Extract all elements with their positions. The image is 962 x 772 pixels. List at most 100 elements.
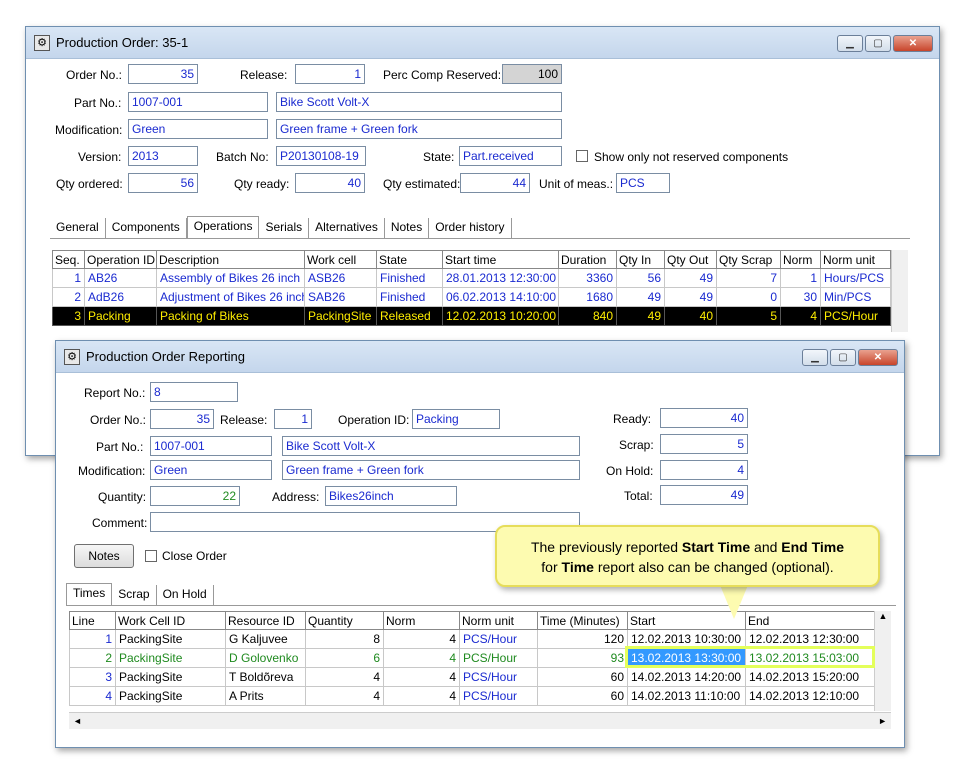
col-norm[interactable]: Norm [383,611,460,630]
col-resource-id[interactable]: Resource ID [225,611,306,630]
table-cell[interactable]: PCS/Hour [459,648,538,668]
close-button[interactable]: ✕ [893,35,933,52]
table-cell[interactable]: 93 [537,648,628,668]
table-cell[interactable]: 40 [664,306,717,326]
table-row[interactable]: 1 AB26 Assembly of Bikes 26 inch ASB26 Finis… [52,268,891,288]
table-cell[interactable]: PackingSite [115,686,226,706]
table-cell[interactable]: 4 [780,306,821,326]
on-hold-field[interactable]: 4 [660,460,748,480]
quantity-field[interactable]: 22 [150,486,240,506]
minimize-button[interactable]: ▁ [802,349,828,366]
table-row[interactable]: 2 AdB26 Adjustment of Bikes 26 inch SAB26 Fi… [52,287,891,307]
table-cell[interactable]: Released [376,306,443,326]
table-cell[interactable]: 06.02.2013 14:10:00 [442,287,559,307]
table-cell[interactable]: 1680 [558,287,617,307]
table-cell[interactable]: 14.02.2013 15:20:00 [745,667,875,687]
minimize-button[interactable]: ▁ [837,35,863,52]
tab-notes[interactable]: Notes [385,218,430,238]
table-cell[interactable]: PackingSite [115,667,226,687]
table-cell[interactable]: Finished [376,287,443,307]
table-row[interactable]: 3 Packing Packing of Bikes PackingSite Relea… [52,306,891,326]
tab-components[interactable]: Components [106,218,187,238]
table-cell[interactable]: G Kaljuvee [225,629,306,649]
col-qty-out[interactable]: Qty Out [664,250,717,269]
table-cell[interactable]: A Prits [225,686,306,706]
table-cell[interactable]: 840 [558,306,617,326]
col-norm[interactable]: Norm [780,250,821,269]
table-cell[interactable]: 14.02.2013 14:20:00 [627,667,746,687]
col-description[interactable]: Description [156,250,305,269]
qty-ready-field[interactable]: 40 [295,173,365,193]
report-modification-description-field[interactable]: Green frame + Green fork [282,460,580,480]
tab-general[interactable]: General [50,218,106,238]
col-state[interactable]: State [376,250,443,269]
tab-operations[interactable]: Operations [186,216,260,238]
table-cell[interactable]: 60 [537,667,628,687]
table-cell[interactable]: 7 [716,268,781,288]
col-seq[interactable]: Seq. [52,250,85,269]
table-row[interactable]: 4 PackingSite A Prits 4 4 PCS/Hour 60 14.02.201… [69,686,875,706]
table-cell[interactable]: Hours/PCS [820,268,891,288]
tab-on-hold[interactable]: On Hold [157,585,214,605]
table-cell[interactable]: PackingSite [304,306,377,326]
table-cell[interactable]: 4 [69,686,116,706]
modification-description-field[interactable]: Green frame + Green fork [276,119,562,139]
table-cell[interactable]: 4 [383,648,460,668]
report-release-field[interactable]: 1 [274,409,312,429]
table-cell[interactable]: 3360 [558,268,617,288]
operation-id-field[interactable]: Packing [412,409,500,429]
report-part-description-field[interactable]: Bike Scott Volt-X [282,436,580,456]
table-cell[interactable]: SAB26 [304,287,377,307]
maximize-button[interactable]: ▢ [865,35,891,52]
times-vertical-scrollbar[interactable]: ▲ [874,611,891,711]
table-cell[interactable]: 3 [69,667,116,687]
maximize-button[interactable]: ▢ [830,349,856,366]
table-cell[interactable]: 49 [616,306,665,326]
col-line[interactable]: Line [69,611,116,630]
report-modification-field[interactable]: Green [150,460,272,480]
close-button[interactable]: ✕ [858,349,898,366]
table-cell[interactable]: 4 [383,629,460,649]
table-cell[interactable]: 2 [69,648,116,668]
state-field[interactable]: Part.received [459,146,562,166]
table-cell[interactable]: 0 [716,287,781,307]
table-cell[interactable]: 14.02.2013 11:10:00 [627,686,746,706]
col-duration[interactable]: Duration [558,250,617,269]
tab-order-history[interactable]: Order history [429,218,512,238]
table-cell[interactable]: 4 [383,686,460,706]
table-cell[interactable]: PackingSite [115,648,226,668]
col-quantity[interactable]: Quantity [305,611,384,630]
col-operation-id[interactable]: Operation ID [84,250,157,269]
table-cell[interactable]: 4 [305,686,384,706]
times-horizontal-scrollbar[interactable]: ◄ ► [69,712,891,729]
table-cell[interactable]: 30 [780,287,821,307]
table-cell[interactable]: PackingSite [115,629,226,649]
table-cell[interactable]: PCS/Hour [459,667,538,687]
version-field[interactable]: 2013 [128,146,198,166]
close-order-checkbox[interactable] [145,550,157,562]
table-cell[interactable]: PCS/Hour [459,629,538,649]
table-cell[interactable]: 49 [616,287,665,307]
notes-button[interactable]: Notes [74,544,134,568]
address-field[interactable]: Bikes26inch [325,486,457,506]
table-cell[interactable]: Min/PCS [820,287,891,307]
ready-field[interactable]: 40 [660,408,748,428]
table-cell[interactable]: 60 [537,686,628,706]
qty-estimated-field[interactable]: 44 [460,173,530,193]
table-cell[interactable]: PCS/Hour [820,306,891,326]
report-order-no-field[interactable]: 35 [150,409,214,429]
unit-of-measure-field[interactable]: PCS [616,173,670,193]
col-norm-unit[interactable]: Norm unit [459,611,538,630]
table-cell[interactable]: 3 [52,306,85,326]
col-time-minutes[interactable]: Time (Minutes) [537,611,628,630]
table-cell[interactable]: 5 [716,306,781,326]
table-cell[interactable]: 1 [69,629,116,649]
table-cell[interactable]: 1 [52,268,85,288]
table-cell[interactable]: 2 [52,287,85,307]
table-cell[interactable]: 6 [305,648,384,668]
table-cell[interactable]: T Boldõreva [225,667,306,687]
col-norm-unit[interactable]: Norm unit [820,250,891,269]
part-no-field[interactable]: 1007-001 [128,92,268,112]
tab-alternatives[interactable]: Alternatives [309,218,385,238]
order-no-field[interactable]: 35 [128,64,198,84]
